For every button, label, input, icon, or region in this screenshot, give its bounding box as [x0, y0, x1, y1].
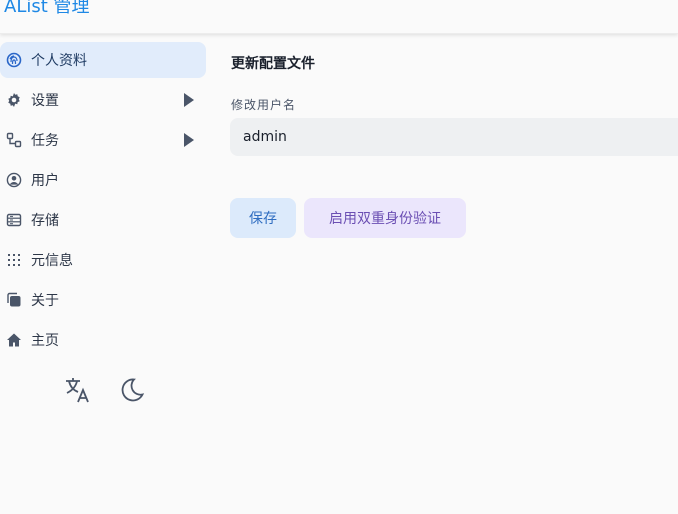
- sidebar-item-label: 用户: [31, 173, 59, 189]
- sidebar: 个人资料 设置 任务 用户 存储 元信息 关于 主页: [0, 42, 210, 362]
- sidebar-item-label: 个人资料: [31, 53, 87, 69]
- database-icon: [6, 212, 22, 228]
- sidebar-item-label: 设置: [31, 93, 59, 109]
- chevron-right-icon[interactable]: [184, 133, 194, 147]
- gear-icon: [6, 92, 22, 108]
- sidebar-item-tasks[interactable]: 任务: [0, 122, 206, 158]
- sidebar-item-label: 存储: [31, 213, 59, 229]
- sidebar-item-label: 元信息: [31, 253, 73, 269]
- chevron-right-icon[interactable]: [184, 93, 194, 107]
- username-input[interactable]: [230, 118, 678, 156]
- sidebar-tools: [62, 374, 148, 406]
- sidebar-item-metas[interactable]: 元信息: [0, 242, 206, 278]
- sidebar-item-settings[interactable]: 设置: [0, 82, 206, 118]
- grid-dots-icon: [6, 252, 22, 268]
- workflow-icon: [6, 132, 22, 148]
- app-root: AList 管理 个人资料 设置 任务 用户 存储 元信息 关于 主页 更新配置…: [0, 0, 678, 514]
- enable-2fa-button[interactable]: 启用双重身份验证: [304, 198, 466, 238]
- brand-title[interactable]: AList 管理: [4, 0, 90, 18]
- sidebar-item-label: 任务: [31, 133, 59, 149]
- sidebar-item-profile[interactable]: 个人资料: [0, 42, 206, 78]
- sidebar-item-label: 主页: [31, 333, 59, 349]
- sidebar-item-about[interactable]: 关于: [0, 282, 206, 318]
- sidebar-item-home[interactable]: 主页: [0, 322, 206, 358]
- fingerprint-icon: [6, 52, 22, 68]
- section-title: 更新配置文件: [231, 56, 315, 72]
- copy-icon: [6, 292, 22, 308]
- username-label: 修改用户名: [231, 98, 297, 112]
- moon-icon[interactable]: [116, 374, 148, 406]
- sidebar-item-users[interactable]: 用户: [0, 162, 206, 198]
- sidebar-item-label: 关于: [31, 293, 59, 309]
- sidebar-item-storage[interactable]: 存储: [0, 202, 206, 238]
- home-icon: [6, 332, 22, 348]
- header: AList 管理: [0, 0, 678, 34]
- translate-icon[interactable]: [62, 374, 94, 406]
- save-button[interactable]: 保存: [230, 198, 296, 238]
- user-circle-icon: [6, 172, 22, 188]
